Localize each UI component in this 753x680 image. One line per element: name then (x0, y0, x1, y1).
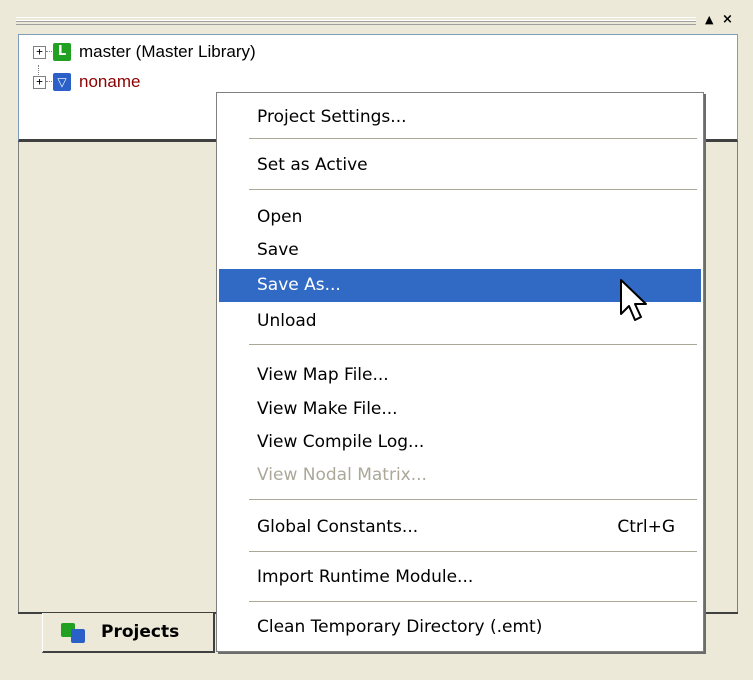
tab-projects[interactable]: Projects (42, 613, 215, 653)
menu-item-view-map-file[interactable]: View Map File... (219, 359, 701, 392)
menu-item-view-nodal-matrix: View Nodal Matrix... (257, 465, 427, 485)
shortcut-label: Ctrl+G (617, 517, 675, 537)
menu-item-view-compile-log[interactable]: View Compile Log... (219, 426, 701, 459)
projects-icon (61, 623, 87, 643)
tree-connector (46, 81, 52, 82)
dock-title-bar: ▲ × (10, 8, 747, 34)
project-icon: ▽ (53, 73, 71, 91)
menu-item-set-as-active[interactable]: Set as Active (219, 149, 701, 182)
menu-separator (249, 601, 697, 603)
tree-item-master[interactable]: + L master (Master Library) (19, 38, 735, 75)
menu-item-import-runtime-module[interactable]: Import Runtime Module... (219, 561, 701, 594)
menu-separator (249, 189, 697, 191)
menu-separator (249, 138, 697, 140)
mouse-cursor-icon (620, 279, 647, 321)
tree-connector (46, 51, 52, 52)
menu-separator (249, 551, 697, 553)
menu-item-clean-temporary-directory[interactable]: Clean Temporary Directory (.emt) (219, 611, 701, 644)
drag-grip[interactable] (16, 17, 696, 25)
menu-separator (249, 344, 697, 346)
menu-item-global-constants[interactable]: Global Constants... Ctrl+G (219, 511, 701, 544)
menu-item-view-make-file[interactable]: View Make File... (219, 393, 701, 426)
tab-label: Projects (101, 622, 180, 642)
menu-item-project-settings[interactable]: Project Settings... (219, 101, 701, 134)
context-menu: Project Settings... Set as Active Open S… (216, 92, 704, 652)
menu-item-open[interactable]: Open (219, 201, 701, 234)
expand-plus-icon[interactable]: + (33, 75, 46, 89)
menu-separator (249, 499, 697, 501)
menu-item-save[interactable]: Save (219, 234, 701, 267)
close-icon[interactable]: × (722, 12, 733, 28)
tree-item-label[interactable]: master (Master Library) (79, 42, 256, 62)
tree-item-label[interactable]: noname (79, 72, 140, 92)
expand-plus-icon[interactable]: + (33, 45, 46, 59)
collapse-up-icon[interactable]: ▲ (705, 12, 713, 28)
library-icon: L (53, 43, 71, 61)
